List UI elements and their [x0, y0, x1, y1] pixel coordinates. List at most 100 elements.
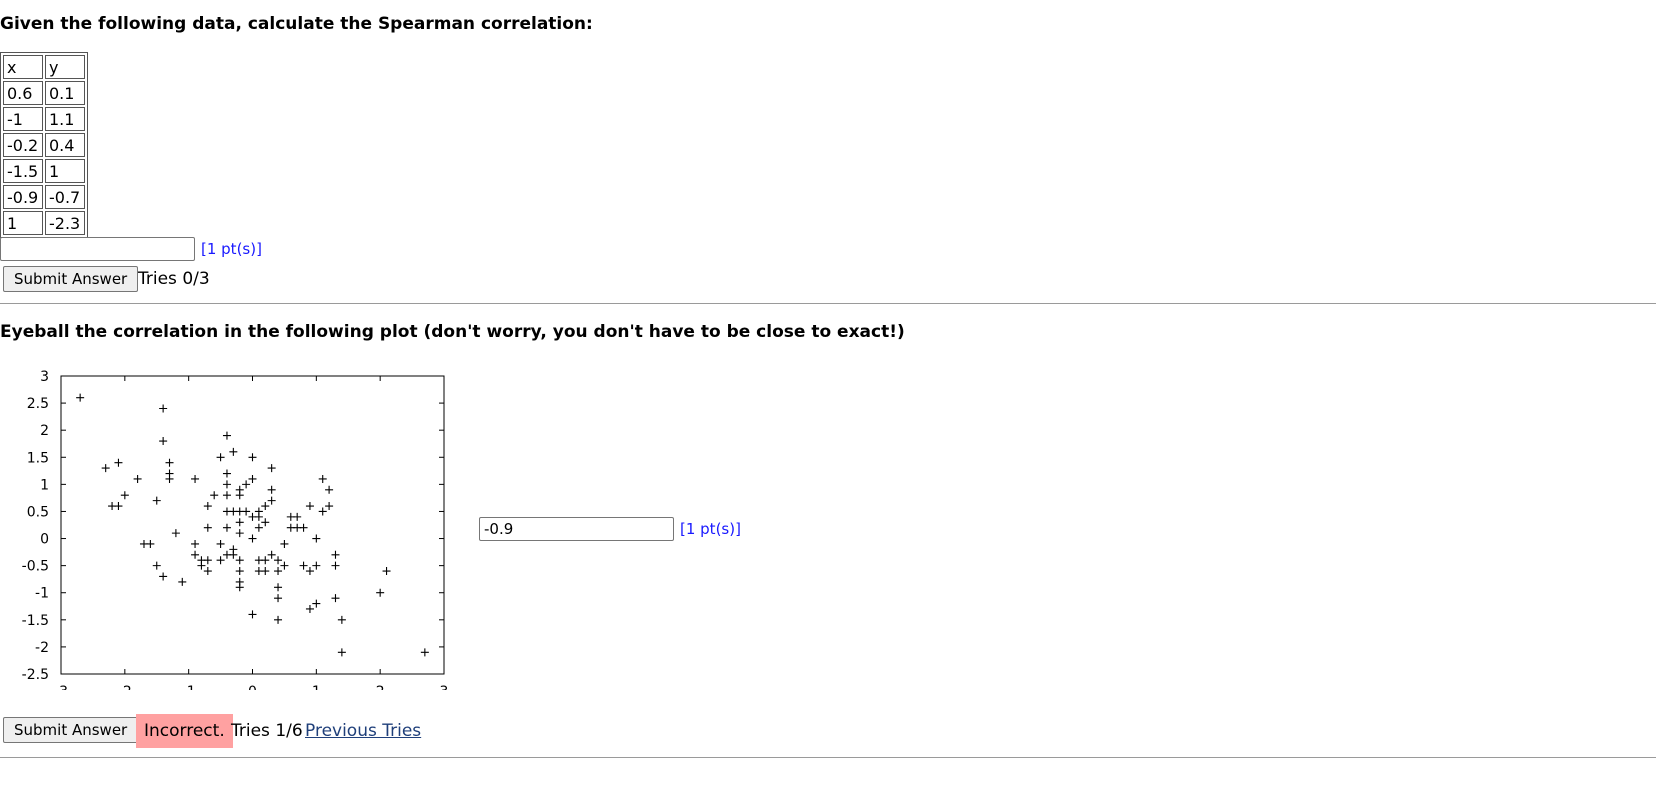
data-point: [235, 529, 244, 538]
table-row: 1 -2.3: [3, 211, 85, 235]
question2-tries-label: Tries 1/6: [231, 721, 303, 741]
y-tick-label: -1: [35, 586, 49, 602]
data-point: [261, 502, 270, 511]
data-point: [235, 556, 244, 565]
data-point: [382, 567, 391, 576]
data-table: x y 0.6 0.1 -1 1.1 -0.2 0.4 -1.5 1 -0.9 -0.7 1 -2.3: [0, 52, 88, 238]
table-cell: -0.7: [45, 185, 85, 209]
data-point: [248, 474, 257, 483]
data-point: [254, 512, 263, 521]
scatter-plot: -3 -2 -1 0 1 2 3 3 2.5 2 1.5 1 0.5 0 -0.5 -1 -1.5 -2 -2.5: [22, 369, 449, 690]
table-cell: 1: [3, 211, 43, 235]
question2-submit-button[interactable]: Submit Answer: [3, 717, 139, 743]
question2-title: Eyeball the correlation in the following…: [0, 322, 905, 342]
section-divider: [0, 303, 1656, 304]
data-point: [248, 534, 257, 543]
question1-submit-button[interactable]: Submit Answer: [3, 266, 139, 292]
plot-ticks: [60, 375, 445, 675]
data-point: [242, 507, 251, 516]
x-tick-label: -1: [182, 684, 196, 690]
question1-title: Given the following data, calculate the …: [0, 14, 593, 34]
x-tick-label: 2: [376, 684, 385, 690]
data-point: [274, 583, 283, 592]
data-point: [305, 502, 314, 511]
data-point: [235, 491, 244, 500]
data-point: [222, 491, 231, 500]
table-row: -0.9 -0.7: [3, 185, 85, 209]
question2-points-label: [1 pt(s)]: [680, 520, 741, 538]
table-cell: 0.1: [45, 81, 85, 105]
question1-answer-input[interactable]: [0, 237, 195, 261]
data-point: [267, 464, 276, 473]
data-point: [152, 496, 161, 505]
table-cell: -0.9: [3, 185, 43, 209]
data-point: [274, 556, 283, 565]
data-point: [312, 534, 321, 543]
data-point: [235, 583, 244, 592]
y-tick-label: -1.5: [22, 613, 49, 629]
data-point: [420, 648, 429, 657]
data-point: [267, 496, 276, 505]
data-point: [229, 550, 238, 559]
data-point: [242, 480, 251, 489]
data-point: [114, 458, 123, 467]
data-point: [299, 523, 308, 532]
y-tick-label: -2: [35, 640, 49, 656]
question1-points-label: [1 pt(s)]: [201, 240, 262, 258]
data-point: [293, 512, 302, 521]
y-tick-label: -2.5: [22, 667, 49, 683]
table-cell: 0.4: [45, 133, 85, 157]
x-tick-label: 3: [440, 684, 449, 690]
data-point: [261, 567, 270, 576]
data-point: [216, 556, 225, 565]
data-point: [191, 474, 200, 483]
data-point: [248, 453, 257, 462]
y-tick-label: 1: [40, 477, 49, 493]
data-point: [216, 539, 225, 548]
data-point: [171, 529, 180, 538]
data-point: [337, 615, 346, 624]
data-point: [101, 464, 110, 473]
data-point: [254, 523, 263, 532]
data-point: [133, 474, 142, 483]
data-point: [312, 561, 321, 570]
y-tick-labels: 3 2.5 2 1.5 1 0.5 0 -0.5 -1 -1.5 -2 -2.5: [22, 369, 49, 683]
data-point: [191, 539, 200, 548]
x-tick-label: 0: [248, 684, 257, 690]
question2-answer-input[interactable]: [479, 517, 674, 541]
status-badge: Incorrect.: [136, 714, 233, 748]
data-point: [267, 550, 276, 559]
data-point: [274, 615, 283, 624]
x-tick-labels: -3 -2 -1 0 1 2 3: [54, 684, 448, 690]
data-point: [274, 594, 283, 603]
data-point: [229, 447, 238, 456]
table-cell: 1: [45, 159, 85, 183]
data-point: [159, 437, 168, 446]
section-divider-bottom: [0, 757, 1656, 758]
data-point: [331, 561, 340, 570]
data-point: [203, 556, 212, 565]
table-row: -1.5 1: [3, 159, 85, 183]
data-point: [318, 474, 327, 483]
y-tick-label: 1.5: [27, 450, 49, 466]
data-point: [210, 491, 219, 500]
data-point: [203, 502, 212, 511]
data-point: [159, 572, 168, 581]
table-cell: -2.3: [45, 211, 85, 235]
data-point: [235, 518, 244, 527]
data-point: [312, 599, 321, 608]
data-point: [261, 518, 270, 527]
data-point: [222, 480, 231, 489]
y-tick-label: -0.5: [22, 559, 49, 575]
data-point: [305, 567, 314, 576]
data-point: [152, 561, 161, 570]
table-cell: 0.6: [3, 81, 43, 105]
data-point: [120, 491, 129, 500]
previous-tries-link[interactable]: Previous Tries: [305, 721, 421, 741]
table-cell: -1.5: [3, 159, 43, 183]
x-tick-label: 1: [312, 684, 321, 690]
data-point: [331, 594, 340, 603]
y-tick-label: 3: [40, 369, 49, 385]
y-tick-label: 2.5: [27, 396, 49, 412]
data-point: [76, 393, 85, 402]
